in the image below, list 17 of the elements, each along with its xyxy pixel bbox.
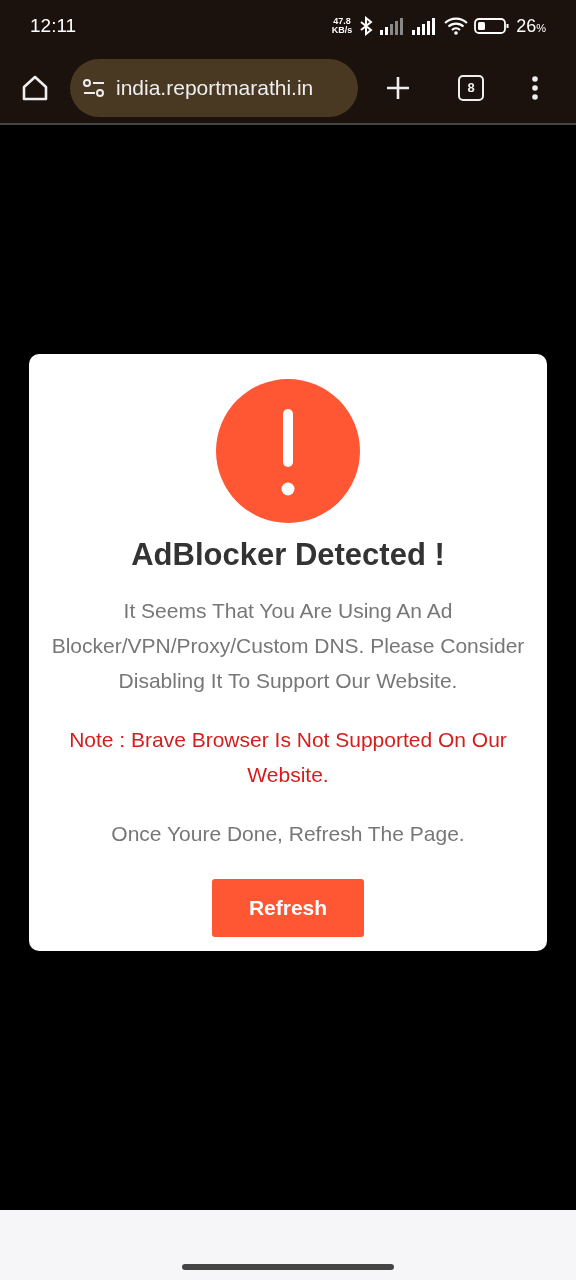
battery-percentage: 26	[516, 15, 537, 37]
warning-note: Note : Brave Browser Is Not Supported On Our Website.	[68, 727, 508, 788]
menu-icon[interactable]	[530, 73, 540, 102]
wifi-icon	[444, 17, 469, 35]
network-speed-unit: KB/s	[331, 26, 353, 35]
address-bar[interactable]: india.reportmarathi.in	[70, 58, 358, 117]
percent-sign: %	[536, 21, 546, 34]
status-time: 12:11	[30, 15, 77, 37]
warning-icon	[216, 379, 360, 523]
network-speed: 47.8	[333, 17, 351, 26]
dialog-title: AdBlocker Detected !	[131, 537, 445, 573]
instruction-text: Once Youre Done, Refresh The Page.	[111, 821, 465, 847]
bluetooth-icon	[358, 16, 375, 36]
tab-count[interactable]: 8	[458, 74, 484, 101]
dialog-message: It Seems That You Are Using An Ad Blocker/VPN/Proxy/Custom DNS. Please Consider Disabling It To Support Our Website.	[50, 598, 526, 694]
site-settings-icon[interactable]	[82, 77, 106, 98]
battery-icon	[474, 17, 511, 35]
